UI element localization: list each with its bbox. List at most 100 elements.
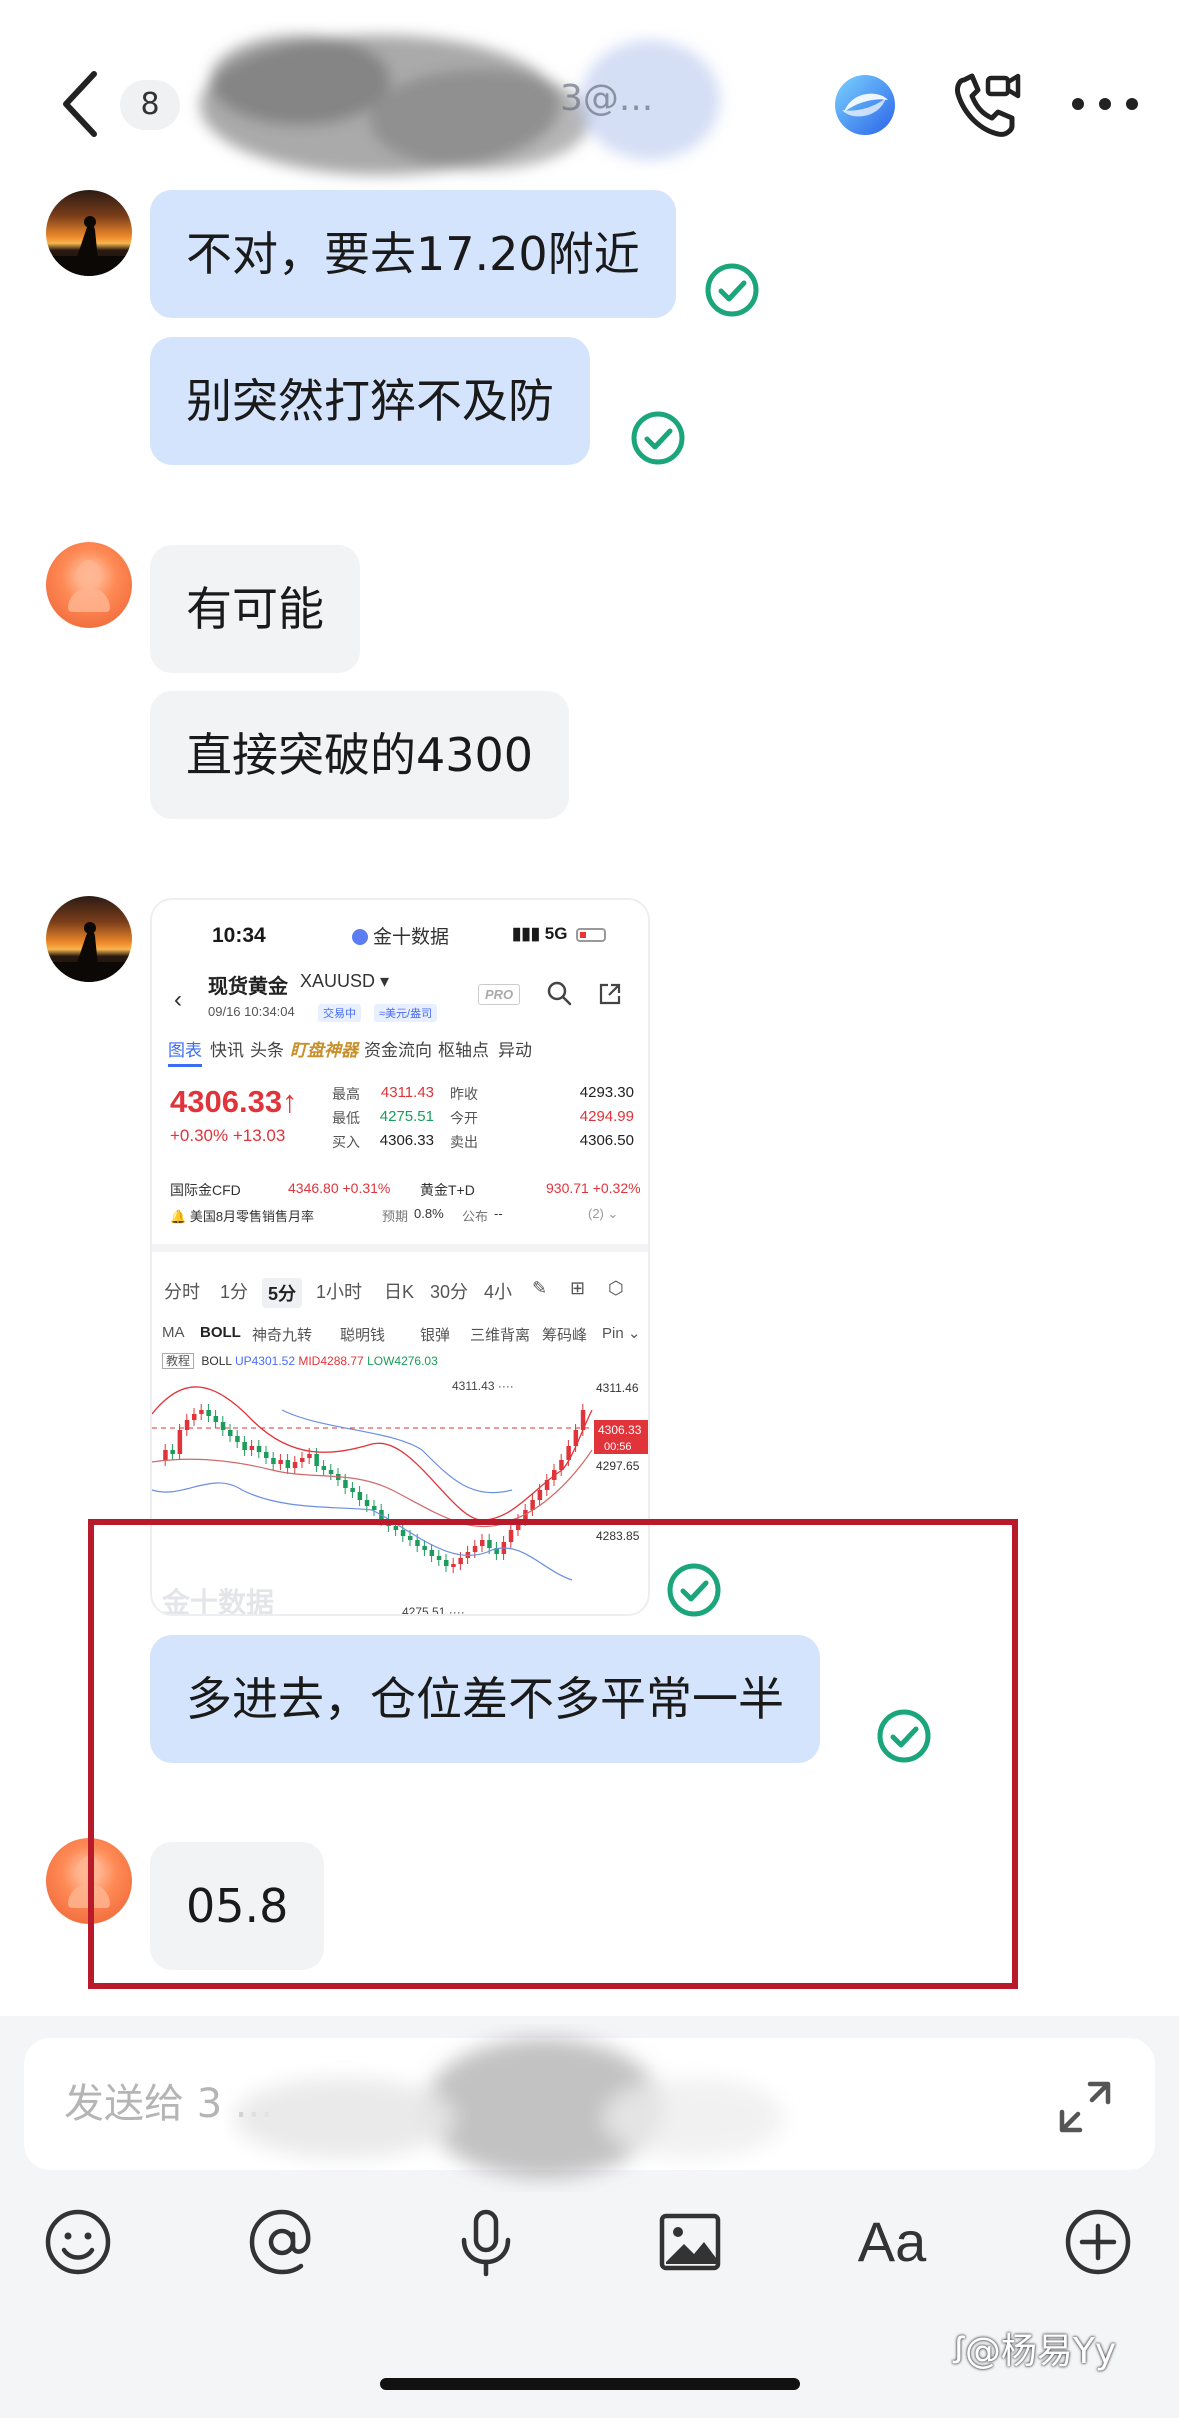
message-bubble[interactable]: 直接突破的4300 — [150, 691, 570, 819]
tab-fund-flow: 资金流向 — [364, 1041, 432, 1060]
trading-tag: 交易中 — [318, 1004, 361, 1022]
image-message-stock-screenshot[interactable]: 10:34 金十数据 ▮▮▮ 5G ‹ 现货黄金 XAUUSD ▾ 09/16 … — [150, 898, 650, 1616]
event-actual-value: -- — [494, 1206, 503, 1221]
period-option: 1分 — [220, 1282, 249, 1302]
candle — [314, 1454, 319, 1466]
axis-current-price: 4306.33 — [598, 1423, 642, 1437]
message-bubble[interactable]: 有可能 — [150, 545, 360, 673]
symbol-name: 现货黄金 — [208, 976, 288, 998]
candle — [537, 1490, 543, 1500]
tutorial-tag: 教程 — [162, 1353, 195, 1369]
candle — [249, 1446, 255, 1450]
unit-tag: ≈美元/盎司 — [374, 1004, 438, 1022]
my-avatar[interactable] — [46, 190, 132, 276]
voice-icon[interactable] — [450, 2206, 522, 2278]
candle — [184, 1420, 190, 1430]
candle — [292, 1462, 298, 1468]
candle — [328, 1470, 334, 1474]
boll-low: LOW4276.03 — [367, 1354, 438, 1368]
quote-label: 卖出 — [450, 1134, 478, 1150]
text-format-icon[interactable]: Aa — [856, 2206, 928, 2278]
indicator-option: 神奇九转 — [252, 1327, 313, 1344]
quote-prev-close: 4293.30 — [579, 1084, 634, 1101]
search-icon — [547, 981, 572, 1006]
quote-datetime: 09/16 10:34:04 — [208, 1004, 295, 1019]
bell-icon: 🔔 — [170, 1209, 187, 1224]
indicator-option: 三维背离 — [470, 1327, 531, 1344]
candle — [350, 1488, 355, 1492]
axis-countdown: 00:56 — [604, 1441, 632, 1453]
event-forecast-value: 0.8% — [414, 1206, 444, 1221]
candle — [364, 1500, 370, 1506]
read-check-icon — [705, 263, 759, 317]
candle — [163, 1450, 168, 1460]
period-option: 日K — [384, 1282, 415, 1302]
indicator-option-active: BOLL — [200, 1324, 241, 1341]
period-option: 1小时 — [316, 1282, 363, 1302]
td-label: 黄金T+D — [420, 1182, 475, 1198]
redacted-title-scribble — [200, 35, 720, 175]
indicator-option: 聪明钱 — [340, 1327, 386, 1344]
candle — [192, 1414, 197, 1420]
td-value: 930.71 +0.32% — [546, 1180, 641, 1196]
back-icon[interactable] — [52, 64, 112, 144]
indicator-selector: MA BOLL 神奇九转 聪明钱 银弹 三维背离 筹码峰 Pin ⌄ — [152, 1318, 648, 1348]
cfd-value: 4346.80 +0.31% — [288, 1180, 391, 1196]
tab-chart: 图表 — [168, 1036, 202, 1067]
event-forecast-label: 预期 — [382, 1209, 409, 1224]
candle — [213, 1416, 219, 1422]
boll-mid: MID4288.77 — [298, 1354, 364, 1368]
contact-avatar[interactable] — [46, 542, 132, 628]
cfd-label: 国际金CFD — [170, 1182, 241, 1198]
period-option: 4小 — [484, 1282, 513, 1302]
draw-tool-icon: ✎ — [532, 1278, 548, 1298]
ai-assistant-icon[interactable] — [830, 70, 900, 140]
candle — [177, 1430, 183, 1454]
candle — [199, 1410, 204, 1414]
tab-anomaly: 异动 — [498, 1041, 532, 1060]
message-bubble[interactable]: 不对，要去17.20附近 — [150, 190, 676, 318]
boll-name: BOLL — [201, 1354, 232, 1368]
period-option: 30分 — [430, 1282, 469, 1302]
chat-header: 8 3@... — [0, 0, 1179, 200]
message-input[interactable]: 发送给 3 ... — [24, 2038, 1155, 2178]
period-selector: 分时 1分 5分 1小时 日K 30分 4小 ✎ ⊞ ⬡ — [152, 1264, 648, 1314]
quote-high: 4311.43 — [380, 1084, 434, 1101]
add-icon[interactable] — [1062, 2206, 1134, 2278]
axis-label-mid: 4297.65 — [596, 1459, 640, 1473]
boll-legend: 教程 BOLL UP4301.52 MID4288.77 LOW4276.03 — [162, 1352, 438, 1369]
layout-icon: ⊞ — [570, 1278, 586, 1298]
mention-icon[interactable] — [246, 2206, 318, 2278]
watermark-text: ꭍ@杨易Yy — [952, 2331, 1117, 2372]
share-icon — [599, 983, 621, 1005]
candle — [220, 1422, 226, 1430]
tab-headlines: 头条 — [250, 1041, 284, 1060]
candle — [285, 1460, 291, 1468]
symbol-code: XAUUSD ▾ — [300, 971, 390, 991]
status-time: 10:34 — [212, 924, 266, 947]
settings-icon: ⬡ — [608, 1278, 624, 1298]
current-price: 4306.33↑ — [170, 1084, 298, 1119]
boll-up: UP4301.52 — [234, 1354, 295, 1368]
emoji-icon[interactable] — [42, 2206, 114, 2278]
quote-label: 昨收 — [450, 1086, 478, 1102]
image-icon[interactable] — [654, 2206, 726, 2278]
candle — [170, 1450, 175, 1454]
quote-open: 4294.99 — [579, 1108, 634, 1125]
chat-title[interactable]: 3@... — [560, 78, 653, 119]
redacted-input-scribble — [234, 2038, 784, 2178]
candle — [242, 1442, 247, 1450]
price-change: +0.30% +13.03 — [170, 1126, 286, 1145]
pro-badge: PRO — [478, 984, 521, 1005]
screenshot-status-bar: 10:34 金十数据 ▮▮▮ 5G — [152, 918, 648, 958]
candle — [357, 1492, 363, 1500]
event-actual-label: 公布 — [462, 1209, 489, 1224]
more-icon[interactable] — [1070, 96, 1140, 112]
expand-icon[interactable] — [1056, 2078, 1114, 2136]
candle — [307, 1454, 312, 1458]
my-avatar[interactable] — [46, 896, 132, 982]
economic-event-row: 🔔 美国8月零售销售月率 预期 0.8% 公布 -- (2) ⌄ — [170, 1206, 618, 1225]
message-bubble[interactable]: 别突然打猝不及防 — [150, 337, 590, 465]
video-call-icon[interactable] — [950, 68, 1022, 140]
indicator-option: MA — [162, 1324, 185, 1341]
